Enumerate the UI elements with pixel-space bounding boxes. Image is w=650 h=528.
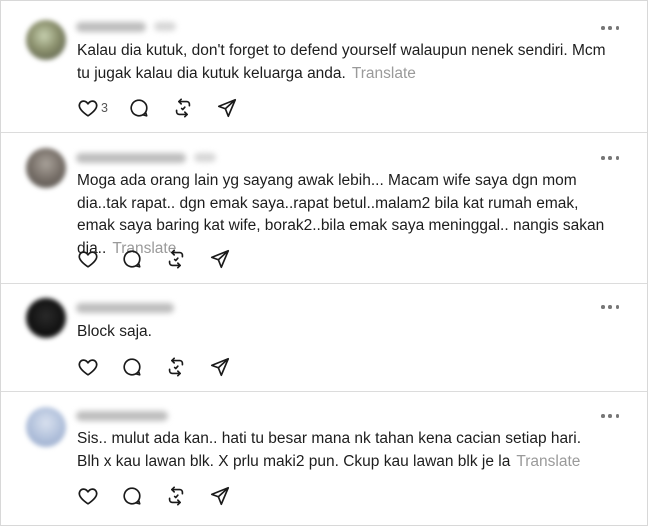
- comment-body: Kalau dia kutuk, don't forget to defend …: [77, 42, 606, 82]
- more-options-button[interactable]: [601, 413, 619, 419]
- heart-icon: [78, 251, 98, 268]
- comment-item: Block saja.: [1, 284, 647, 392]
- comment-icon: [123, 487, 141, 505]
- username[interactable]: [76, 22, 146, 32]
- like-button[interactable]: [77, 485, 99, 507]
- share-button[interactable]: [209, 248, 231, 270]
- more-options-button[interactable]: [601, 155, 619, 161]
- share-button[interactable]: [209, 485, 231, 507]
- like-button[interactable]: [77, 356, 99, 378]
- like-button[interactable]: [77, 248, 99, 270]
- comment-icon: [123, 250, 141, 268]
- like-count: 3: [101, 101, 108, 115]
- repost-button[interactable]: [165, 356, 187, 378]
- comment-body: Block saja.: [77, 323, 152, 340]
- comment-actions: [77, 248, 253, 270]
- timestamp: [194, 153, 216, 162]
- repost-icon: [168, 486, 184, 506]
- comment-actions: [77, 356, 253, 378]
- send-icon: [210, 486, 230, 506]
- comment-item: Sis.. mulut ada kan.. hati tu besar mana…: [1, 392, 647, 526]
- comment-text: Sis.. mulut ada kan.. hati tu besar mana…: [77, 428, 607, 473]
- comment-actions: [77, 485, 253, 507]
- translate-link[interactable]: Translate: [516, 453, 580, 470]
- translate-link[interactable]: Translate: [352, 65, 416, 82]
- send-icon: [210, 357, 230, 377]
- reply-button[interactable]: [121, 356, 143, 378]
- avatar[interactable]: [26, 20, 66, 60]
- repost-button[interactable]: [165, 485, 187, 507]
- send-icon: [217, 98, 237, 118]
- username[interactable]: [76, 153, 186, 163]
- more-options-button[interactable]: [601, 304, 619, 310]
- avatar[interactable]: [26, 407, 66, 447]
- username[interactable]: [76, 303, 174, 313]
- reply-button[interactable]: [128, 97, 150, 119]
- repost-button[interactable]: [165, 248, 187, 270]
- comment-text: Block saja.: [77, 321, 607, 344]
- comment-icon: [130, 99, 148, 117]
- share-button[interactable]: [209, 356, 231, 378]
- username[interactable]: [76, 411, 168, 421]
- send-icon: [210, 249, 230, 269]
- comment-text: Kalau dia kutuk, don't forget to defend …: [77, 40, 607, 85]
- comment-text: Moga ada orang lain yg sayang awak lebih…: [77, 170, 607, 260]
- repost-button[interactable]: [172, 97, 194, 119]
- share-button[interactable]: [216, 97, 238, 119]
- repost-icon: [168, 357, 184, 377]
- heart-icon: [78, 100, 98, 117]
- repost-icon: [175, 98, 191, 118]
- avatar[interactable]: [26, 298, 66, 338]
- more-options-button[interactable]: [601, 25, 619, 31]
- comment-icon: [123, 358, 141, 376]
- reply-button[interactable]: [121, 248, 143, 270]
- repost-icon: [168, 249, 184, 269]
- avatar[interactable]: [26, 148, 66, 188]
- heart-icon: [78, 359, 98, 376]
- timestamp: [154, 22, 176, 31]
- heart-icon: [78, 488, 98, 505]
- reply-button[interactable]: [121, 485, 143, 507]
- like-button[interactable]: [77, 97, 99, 119]
- comment-item: Kalau dia kutuk, don't forget to defend …: [1, 0, 647, 133]
- comment-body: Sis.. mulut ada kan.. hati tu besar mana…: [77, 430, 582, 470]
- comment-item: Moga ada orang lain yg sayang awak lebih…: [1, 133, 647, 284]
- comment-actions: 3: [77, 97, 260, 119]
